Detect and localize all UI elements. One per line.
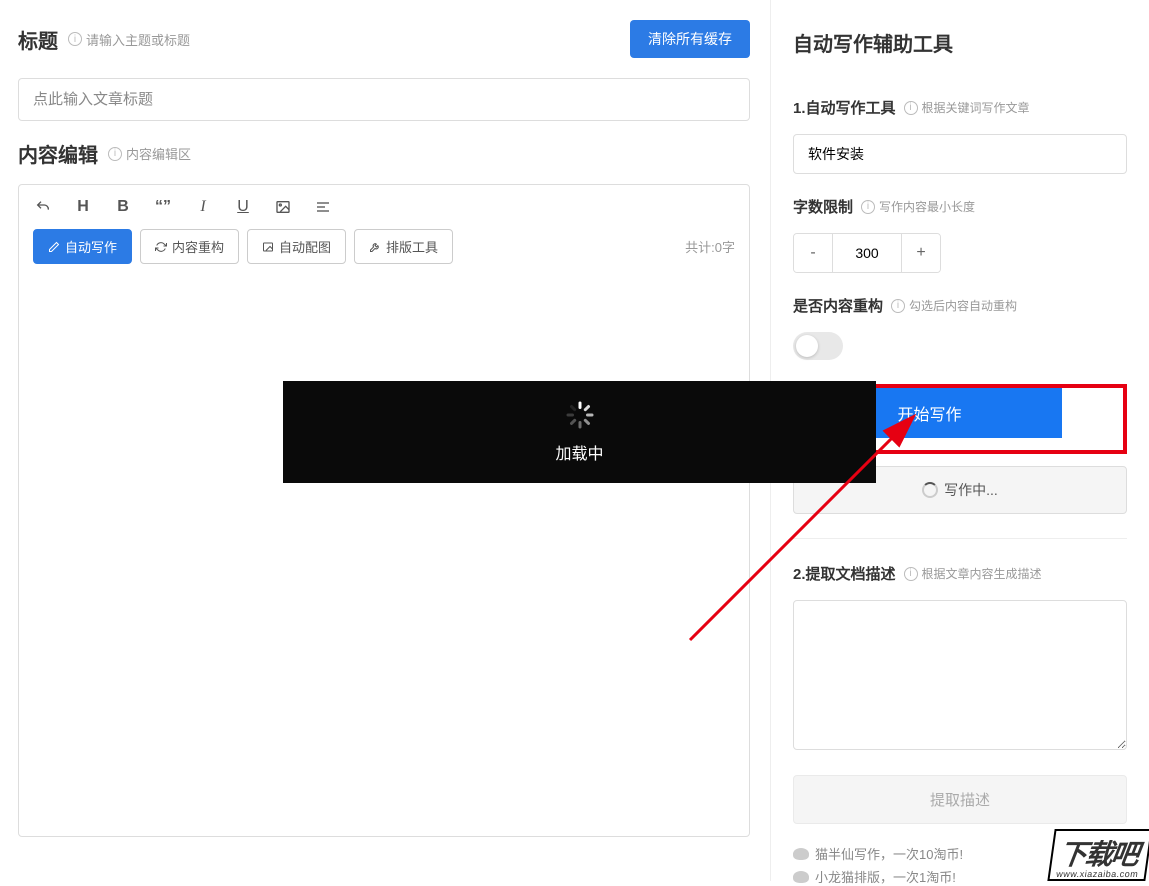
divider — [793, 538, 1127, 539]
align-icon[interactable] — [313, 197, 333, 217]
editor-toolbar: H B “” I U — [33, 197, 735, 217]
extract-description-button[interactable]: 提取描述 — [793, 775, 1127, 824]
auto-image-button[interactable]: 自动配图 — [247, 229, 346, 264]
section-word-limit: 字数限制 i写作内容最小长度 — [793, 196, 1127, 217]
content-edit-hint: i 内容编辑区 — [108, 144, 191, 163]
word-count: 共计:0字 — [685, 237, 735, 256]
content-restructure-button[interactable]: 内容重构 — [140, 229, 239, 264]
undo-icon[interactable] — [33, 197, 53, 217]
info-icon: i — [108, 147, 122, 161]
bold-icon[interactable]: B — [113, 197, 133, 217]
editor-container: H B “” I U 自动写作 内容重构 — [18, 184, 750, 837]
description-textarea[interactable] — [793, 600, 1127, 750]
info-icon: i — [68, 32, 82, 46]
italic-icon[interactable]: I — [193, 197, 213, 217]
decrement-button[interactable]: - — [794, 234, 832, 272]
heading-icon[interactable]: H — [73, 197, 93, 217]
watermark: 下载吧 www.xiazaiba.com — [1051, 829, 1149, 881]
loading-spinner-icon — [922, 482, 938, 498]
keyword-input[interactable] — [793, 134, 1127, 174]
sidebar-title: 自动写作辅助工具 — [793, 28, 1127, 57]
loading-overlay: 加载中 — [283, 381, 876, 483]
image-small-icon — [262, 241, 274, 253]
section-extract-desc: 2.提取文档描述 i根据文章内容生成描述 — [793, 563, 1127, 584]
info-icon: i — [904, 567, 918, 581]
word-limit-value[interactable] — [832, 234, 902, 272]
title-hint: i 请输入主题或标题 — [68, 30, 190, 49]
section-restructure: 是否内容重构 i勾选后内容自动重构 — [793, 295, 1127, 316]
clear-cache-button[interactable]: 清除所有缓存 — [630, 20, 750, 58]
section-auto-write: 1.自动写作工具 i根据关键词写作文章 — [793, 97, 1127, 118]
layout-tool-button[interactable]: 排版工具 — [354, 229, 453, 264]
increment-button[interactable]: + — [902, 234, 940, 272]
editor-body[interactable] — [33, 264, 735, 824]
content-edit-label: 内容编辑 — [18, 139, 98, 168]
word-limit-stepper: - + — [793, 233, 941, 273]
article-title-input[interactable] — [18, 78, 750, 121]
info-icon: i — [861, 200, 875, 214]
loading-spinner-icon — [565, 400, 595, 430]
quote-icon[interactable]: “” — [153, 197, 173, 217]
refresh-icon — [155, 241, 167, 253]
tool-icon — [369, 241, 381, 253]
cat-icon — [793, 848, 809, 860]
info-icon: i — [904, 101, 918, 115]
restructure-toggle[interactable] — [793, 332, 843, 360]
pencil-icon — [48, 241, 60, 253]
info-icon: i — [891, 299, 905, 313]
title-label: 标题 — [18, 25, 58, 54]
loading-text: 加载中 — [555, 440, 603, 464]
image-icon[interactable] — [273, 197, 293, 217]
underline-icon[interactable]: U — [233, 197, 253, 217]
auto-write-button[interactable]: 自动写作 — [33, 229, 132, 264]
